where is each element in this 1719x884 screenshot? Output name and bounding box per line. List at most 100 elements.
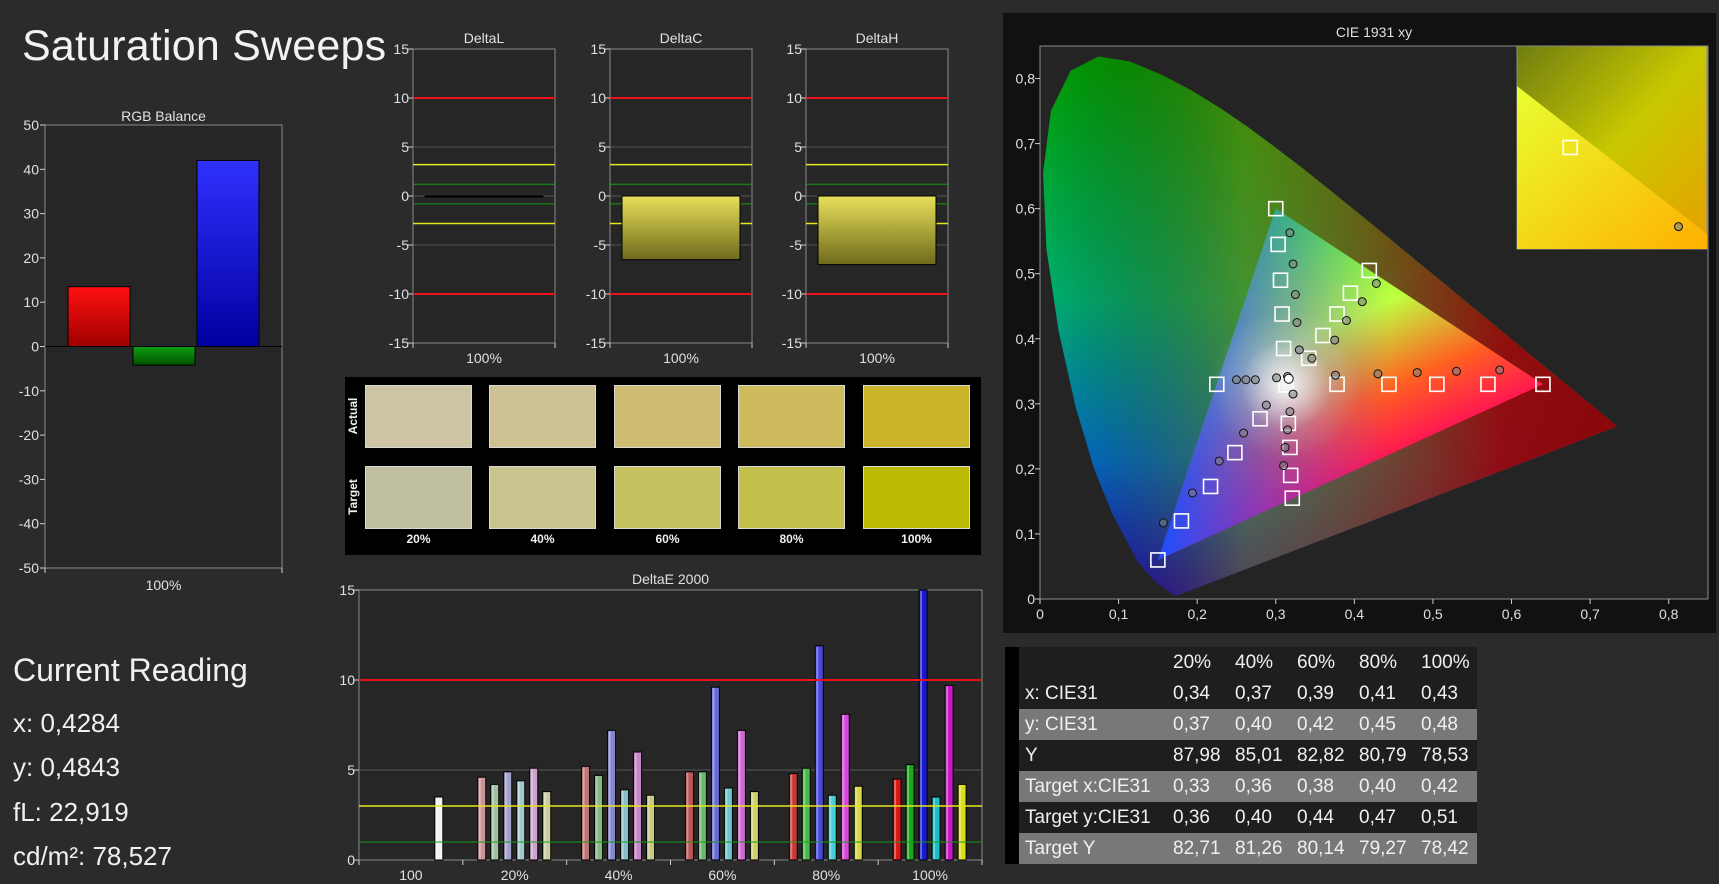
cie-1931-chart: CIE 1931 xy 0 0,1 0,2 0,3 0,4 0,5 0,6 0,7 0,8 0 0,1… — [1016, 24, 1709, 622]
row-marker — [1005, 678, 1019, 709]
delta-e-bar-shine — [816, 646, 819, 859]
table-row: Y 87,98 85,01 82,82 80,79 78,53 — [1005, 740, 1477, 771]
delta-e-bar-shine — [582, 767, 585, 859]
table-cell: 79,27 — [1353, 833, 1415, 864]
table-cell: 0,40 — [1353, 771, 1415, 802]
table-cell: 82,71 — [1167, 833, 1229, 864]
table-cell: 81,26 — [1229, 833, 1291, 864]
table-cell: 0,34 — [1167, 678, 1229, 709]
delta-e-bar-shine — [530, 769, 533, 859]
y-tick-label: -50 — [19, 560, 39, 576]
actual-point — [1239, 428, 1249, 438]
current-reading-title: Current Reading — [13, 652, 248, 688]
y-tick-label: 15 — [590, 41, 606, 57]
table-cell: 0,41 — [1353, 678, 1415, 709]
y-tick-label: -10 — [19, 383, 39, 399]
y-tick-label: 10 — [393, 90, 409, 106]
swatch-col-label: 60% — [655, 532, 680, 546]
gamut-white-glow — [1210, 309, 1361, 460]
table-cell: 0,47 — [1353, 802, 1415, 833]
table-cell: 0,40 — [1229, 802, 1291, 833]
y-tick-label: -15 — [586, 335, 606, 351]
actual-point — [1285, 407, 1295, 417]
y-tick-label: 0,6 — [1016, 201, 1036, 217]
swatch-col-label: 100% — [901, 532, 932, 546]
measurement-table: 20% 40% 60% 80% 100% x: CIE31 0,34 0,37 … — [1005, 647, 1477, 864]
reading-y: y: 0,4843 — [13, 752, 120, 782]
y-tick-label: -5 — [790, 237, 803, 253]
y-tick-label: 10 — [339, 672, 355, 688]
y-tick-label: -15 — [782, 335, 802, 351]
delta-e-bar-shine — [595, 776, 598, 859]
x-tick-label: 0,8 — [1659, 606, 1679, 622]
delta-e-bar-shine — [543, 792, 546, 859]
y-tick-label: 10 — [23, 294, 39, 310]
chart-title: DeltaC — [660, 30, 703, 46]
y-tick-label: 5 — [794, 139, 802, 155]
actual-point — [1288, 389, 1298, 399]
actual-point — [1290, 290, 1300, 300]
x-axis-label: 100% — [663, 350, 699, 366]
table-row: x: CIE31 0,34 0,37 0,39 0,41 0,43 — [1005, 678, 1477, 709]
color-swatch-panel: Actual Target 20% 40% 60% 80% 100% — [345, 377, 981, 555]
actual-point — [1307, 353, 1317, 363]
target-swatch — [614, 466, 721, 529]
delta-e-bar-shine — [894, 780, 897, 859]
actual-point — [1285, 228, 1295, 238]
x-tick-label: 0,7 — [1580, 606, 1600, 622]
actual-point — [1283, 425, 1293, 435]
delta-c-chart: DeltaC 15 10 5 0 -5 -10 -15 100% — [586, 30, 753, 366]
y-tick-label: -5 — [594, 237, 607, 253]
delta-e-bar-shine — [933, 798, 936, 859]
actual-swatch — [614, 385, 721, 448]
y-tick-label: -40 — [19, 516, 39, 532]
actual-point — [1341, 316, 1351, 326]
actual-point — [1371, 278, 1381, 288]
delta-bar — [621, 195, 741, 261]
target-swatch — [738, 466, 845, 529]
y-tick-label: -10 — [389, 286, 409, 302]
x-tick-label: 100 — [399, 867, 423, 883]
row-marker — [1005, 833, 1019, 864]
x-tick-label: 0,3 — [1266, 606, 1286, 622]
actual-point — [1294, 345, 1304, 355]
delta-l-chart: DeltaL 15 10 5 0 -5 -10 -15 100% — [389, 30, 556, 366]
y-tick-label: 0 — [401, 188, 409, 204]
y-tick-label: 5 — [401, 139, 409, 155]
delta-e-bar-shine — [686, 772, 689, 859]
y-tick-label: 30 — [23, 206, 39, 222]
actual-point — [1261, 400, 1271, 410]
table-header: 40% — [1229, 647, 1291, 678]
y-tick-label: 50 — [23, 117, 39, 133]
blue-balance-bar — [196, 159, 260, 347]
delta-e-bar-shine — [712, 688, 715, 859]
actual-point — [1373, 369, 1383, 379]
zoom-actual-point — [1674, 222, 1683, 232]
swatch-col-label: 80% — [779, 532, 804, 546]
actual-point — [1412, 368, 1422, 378]
delta-e-bar-shine — [435, 798, 438, 859]
row-label: y: CIE31 — [1019, 709, 1167, 740]
delta-e-bar-shine — [751, 792, 754, 859]
table-cell: 0,42 — [1415, 771, 1477, 802]
y-tick-label: 5 — [347, 762, 355, 778]
delta-e-bar-shine — [699, 772, 702, 859]
y-tick-label: 0 — [31, 339, 39, 355]
delta-h-chart: DeltaH 15 10 5 0 -5 -10 -15 100% — [782, 30, 949, 366]
swatch-row-label-target: Target — [346, 479, 360, 515]
reading-cdm2: cd/m²: 78,527 — [13, 841, 172, 871]
row-label: Y — [1019, 740, 1167, 771]
table-cell: 87,98 — [1167, 740, 1229, 771]
x-tick-label: 0,5 — [1423, 606, 1443, 622]
actual-point — [1495, 365, 1505, 375]
delta-e-2000-chart: DeltaE 2000 15 10 5 0 100 20% 40% 60% 80% 100% — [339, 571, 983, 883]
y-tick-label: 0 — [1027, 591, 1035, 607]
delta-e-bar-shine — [725, 789, 728, 859]
actual-swatch — [489, 385, 596, 448]
actual-point — [1280, 442, 1290, 452]
y-tick-label: 20 — [23, 250, 39, 266]
row-label: Target x:CIE31 — [1019, 771, 1167, 802]
x-tick-label: 100% — [912, 867, 948, 883]
actual-point — [1158, 518, 1168, 528]
table-cell: 0,39 — [1291, 678, 1353, 709]
